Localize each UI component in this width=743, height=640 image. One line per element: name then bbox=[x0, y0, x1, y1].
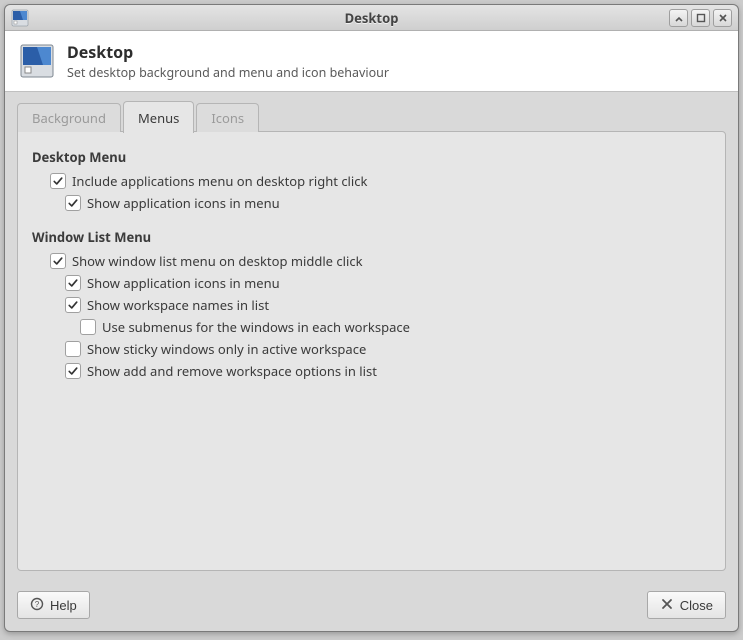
svg-text:?: ? bbox=[35, 600, 40, 609]
option-show-workspace-names[interactable]: Show workspace names in list bbox=[65, 296, 711, 314]
option-label: Include applications menu on desktop rig… bbox=[72, 172, 367, 190]
header-text: Desktop Set desktop background and menu … bbox=[67, 41, 389, 81]
option-show-app-icons-wl[interactable]: Show application icons in menu bbox=[65, 274, 711, 292]
checkbox-icon bbox=[80, 319, 96, 335]
tab-icons[interactable]: Icons bbox=[196, 103, 259, 132]
header: Desktop Set desktop background and menu … bbox=[5, 31, 738, 92]
help-button-label: Help bbox=[50, 598, 77, 613]
close-button-label: Close bbox=[680, 598, 713, 613]
option-label: Use submenus for the windows in each wor… bbox=[102, 318, 410, 336]
help-icon: ? bbox=[30, 597, 44, 614]
checkbox-icon bbox=[65, 297, 81, 313]
checkbox-icon bbox=[50, 253, 66, 269]
option-use-submenus[interactable]: Use submenus for the windows in each wor… bbox=[80, 318, 711, 336]
option-label: Show add and remove workspace options in… bbox=[87, 362, 377, 380]
option-label: Show sticky windows only in active works… bbox=[87, 340, 366, 358]
option-sticky-active[interactable]: Show sticky windows only in active works… bbox=[65, 340, 711, 358]
option-label: Show workspace names in list bbox=[87, 296, 269, 314]
checkbox-icon bbox=[65, 195, 81, 211]
close-icon bbox=[660, 597, 674, 614]
window-controls bbox=[669, 9, 738, 27]
option-show-window-list[interactable]: Show window list menu on desktop middle … bbox=[50, 252, 711, 270]
page-subtitle: Set desktop background and menu and icon… bbox=[67, 64, 389, 81]
tab-background[interactable]: Background bbox=[17, 103, 121, 132]
titlebar: Desktop bbox=[5, 5, 738, 31]
page-title: Desktop bbox=[67, 41, 389, 63]
checkbox-icon bbox=[65, 341, 81, 357]
option-show-app-icons-desktop[interactable]: Show application icons in menu bbox=[65, 194, 711, 212]
help-button[interactable]: ? Help bbox=[17, 591, 90, 619]
app-icon bbox=[11, 9, 29, 27]
tabs: Background Menus Icons bbox=[17, 100, 726, 132]
checkbox-icon bbox=[50, 173, 66, 189]
checkbox-icon bbox=[65, 275, 81, 291]
close-button[interactable] bbox=[713, 9, 732, 27]
window-title: Desktop bbox=[5, 9, 738, 27]
option-label: Show application icons in menu bbox=[87, 194, 280, 212]
option-label: Show application icons in menu bbox=[87, 274, 280, 292]
section-desktop-menu: Desktop Menu bbox=[32, 148, 711, 166]
tab-content-menus: Desktop Menu Include applications menu o… bbox=[17, 131, 726, 571]
option-show-add-remove[interactable]: Show add and remove workspace options in… bbox=[65, 362, 711, 380]
option-include-apps-menu[interactable]: Include applications menu on desktop rig… bbox=[50, 172, 711, 190]
section-window-list-menu: Window List Menu bbox=[32, 228, 711, 246]
option-label: Show window list menu on desktop middle … bbox=[72, 252, 363, 270]
footer: ? Help Close bbox=[5, 583, 738, 631]
close-button-footer[interactable]: Close bbox=[647, 591, 726, 619]
minimize-button[interactable] bbox=[669, 9, 688, 27]
desktop-icon bbox=[19, 43, 55, 79]
maximize-button[interactable] bbox=[691, 9, 710, 27]
tab-menus[interactable]: Menus bbox=[123, 101, 194, 133]
window: Desktop Desktop Set desktop background a… bbox=[4, 4, 739, 632]
body: Background Menus Icons Desktop Menu Incl… bbox=[5, 92, 738, 583]
checkbox-icon bbox=[65, 363, 81, 379]
